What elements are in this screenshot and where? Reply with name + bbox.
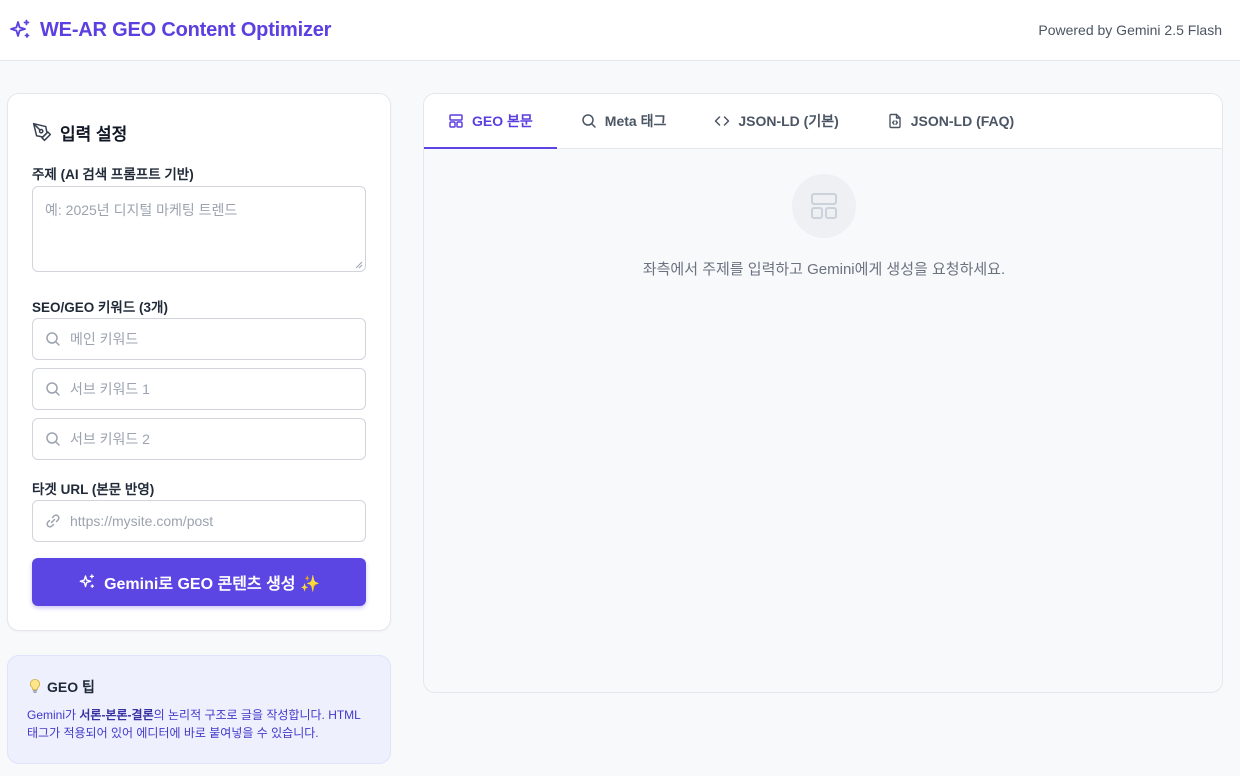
input-settings-card: 입력 설정 주제 (AI 검색 프롬프트 기반) SEO/GEO 키워드 (3개… [7,93,391,631]
geo-tip-title: GEO 팁 [27,676,371,698]
geo-tip-heading: GEO 팁 [47,679,95,695]
sub-keyword-1-input[interactable] [70,381,350,397]
search-icon [45,431,61,447]
geo-tip-text: Gemini가 서론-본론-결론의 논리적 구조로 글을 작성합니다. HTML… [27,706,373,742]
file-code-icon [887,113,903,129]
empty-state-badge [792,174,856,238]
generate-button-label: Gemini로 GEO 콘텐츠 생성 ✨ [104,576,320,593]
topic-field-wrap [32,186,366,272]
target-url-field[interactable] [32,500,366,542]
output-panel: GEO 본문 Meta 태그 JSON-LD (기본) JSON-LD (FAQ… [423,93,1223,693]
empty-state: 좌측에서 주제를 입력하고 Gemini에게 생성을 요청하세요. [424,174,1222,279]
link-icon [45,513,61,529]
lightbulb-icon [27,678,43,697]
tab-json-ld-faq-label: JSON-LD (FAQ) [910,113,1015,129]
generate-button[interactable]: Gemini로 GEO 콘텐츠 생성 ✨ [32,558,366,606]
tab-geo-body-label: GEO 본문 [472,113,533,129]
app-title: WE-AR GEO Content Optimizer [40,18,332,41]
main-keyword-input[interactable] [70,331,350,347]
code-icon [714,113,730,129]
sub-keyword-2-field[interactable] [32,418,366,460]
sparkles-icon [8,18,32,42]
search-icon [45,331,61,347]
brand: WE-AR GEO Content Optimizer [8,18,331,42]
tab-meta-tags-label: Meta 태그 [604,113,667,129]
main-keyword-field[interactable] [32,318,366,360]
topic-label: 주제 (AI 검색 프롬프트 기반) [32,167,194,182]
target-url-label: 타겟 URL (본문 반영) [32,482,155,497]
output-tabs: GEO 본문 Meta 태그 JSON-LD (기본) JSON-LD (FAQ… [424,94,1222,149]
tab-meta-tags[interactable]: Meta 태그 [557,94,691,148]
sparkles-icon [78,573,96,591]
tab-geo-body[interactable]: GEO 본문 [424,94,557,149]
sub-keyword-2-input[interactable] [70,431,350,447]
sub-keyword-1-field[interactable] [32,368,366,410]
tab-json-ld-faq[interactable]: JSON-LD (FAQ) [863,94,1038,148]
search-icon [581,113,597,129]
geo-tip-text-prefix: Gemini가 [27,708,80,722]
search-icon [45,381,61,397]
geo-tip-text-bold: 서론-본론-결론 [79,708,154,722]
geo-tip-card: GEO 팁 Gemini가 서론-본론-결론의 논리적 구조로 글을 작성합니다… [7,655,391,764]
tab-json-ld-basic[interactable]: JSON-LD (기본) [690,94,862,148]
topic-textarea[interactable] [32,186,366,272]
layout-icon [811,193,837,219]
target-url-input[interactable] [70,513,350,529]
top-bar: WE-AR GEO Content Optimizer Powered by G… [0,0,1240,61]
tab-json-ld-basic-label: JSON-LD (기본) [738,113,839,129]
layout-icon [448,113,464,129]
keywords-label: SEO/GEO 키워드 (3개) [32,300,168,315]
powered-by-text: Powered by Gemini 2.5 Flash [1038,22,1222,38]
input-settings-title: 입력 설정 [32,118,366,146]
resize-grip-icon[interactable] [355,261,363,269]
pen-tool-icon [32,122,52,142]
empty-state-message: 좌측에서 주제를 입력하고 Gemini에게 생성을 요청하세요. [642,261,1006,278]
input-settings-heading: 입력 설정 [60,124,128,144]
